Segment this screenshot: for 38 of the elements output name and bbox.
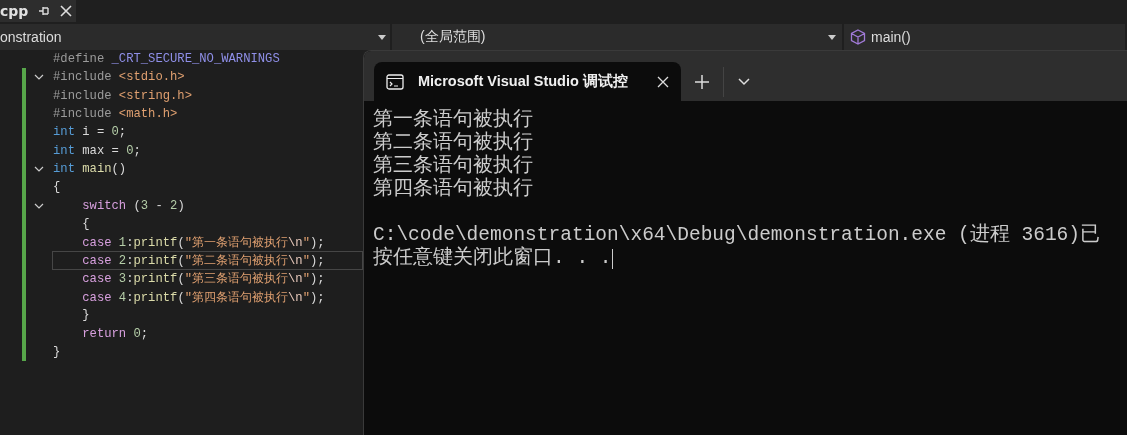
chevron-down-icon[interactable] bbox=[738, 77, 750, 86]
code-text: int max = 0; bbox=[53, 143, 141, 158]
pin-icon[interactable] bbox=[38, 5, 51, 17]
code-text: } bbox=[81, 308, 90, 323]
plus-icon[interactable] bbox=[695, 74, 709, 89]
code-text: #define _CRT_SECURE_NO_WARNINGS bbox=[53, 52, 280, 67]
code-text: int main() bbox=[53, 161, 127, 176]
console-output-line: 按任意键关闭此窗口. . . bbox=[373, 247, 612, 270]
code-text: case 1:printf("第一条语句被执行\n"); bbox=[81, 234, 325, 251]
console-output-line: C:\code\demonstration\x64\Debug\demonstration.exe (进程 3616)已 bbox=[373, 224, 1100, 246]
console-output-line: 第三条语句被执行 bbox=[373, 155, 533, 177]
fold-chevron-icon[interactable] bbox=[34, 202, 44, 209]
close-icon[interactable] bbox=[657, 75, 669, 88]
code-text: #include <stdio.h> bbox=[53, 70, 185, 85]
code-text: { bbox=[53, 180, 61, 195]
close-icon[interactable] bbox=[60, 5, 73, 17]
code-text: } bbox=[53, 344, 61, 359]
caret-icon bbox=[378, 34, 386, 40]
console-tab[interactable]: Microsoft Visual Studio 调试控 bbox=[374, 62, 681, 101]
console-output-line: 第四条语句被执行 bbox=[373, 178, 533, 201]
code-text: case 2:printf("第二条语句被执行\n"); bbox=[81, 252, 325, 269]
caret-icon bbox=[828, 34, 836, 40]
console-output-line: 第一条语句被执行 bbox=[373, 109, 533, 131]
code-text: switch (3 - 2) bbox=[81, 198, 185, 213]
code-text: #include <math.h> bbox=[53, 107, 178, 122]
code-text: case 3:printf("第三条语句被执行\n"); bbox=[81, 271, 325, 288]
code-text: int i = 0; bbox=[53, 125, 127, 140]
fold-chevron-icon[interactable] bbox=[34, 74, 44, 81]
code-text: { bbox=[81, 216, 90, 231]
project-dropdown[interactable]: onstration bbox=[0, 24, 392, 50]
cube-icon bbox=[850, 29, 866, 45]
document-tab[interactable]: cpp bbox=[0, 0, 76, 22]
fold-chevron-icon[interactable] bbox=[34, 165, 44, 172]
code-text: return 0; bbox=[81, 326, 149, 341]
terminal-icon bbox=[386, 73, 404, 90]
code-text: #include <string.h> bbox=[53, 88, 192, 103]
console-output-line: 第二条语句被执行 bbox=[373, 132, 533, 154]
code-text: case 4:printf("第四条语句被执行\n"); bbox=[81, 289, 325, 306]
